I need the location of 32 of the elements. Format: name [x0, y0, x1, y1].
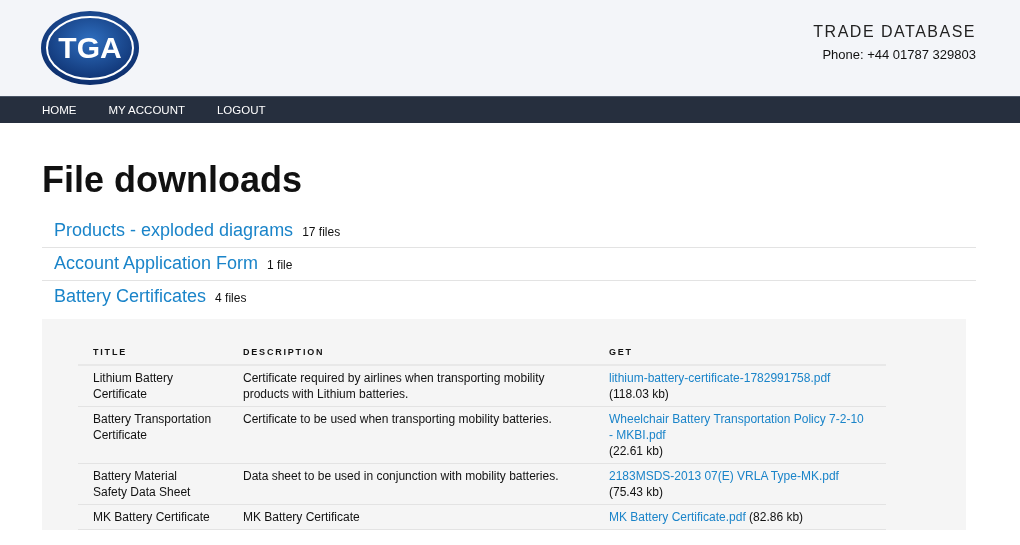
nav-link[interactable]: MY ACCOUNT [108, 104, 185, 116]
file-count: 1 file [267, 258, 293, 272]
nav-link[interactable]: LOGOUT [216, 104, 266, 116]
column-header: TITLE [78, 341, 228, 365]
file-size: (82.86 kb) [749, 510, 804, 524]
file-size: (75.43 kb) [609, 485, 664, 499]
category-link[interactable]: Products - exploded diagrams [54, 220, 294, 241]
table-cell: MK Battery Certificate [78, 504, 228, 530]
file-link[interactable]: MK Battery Certificate.pdf [609, 509, 746, 525]
table-cell: Certificate to be used when transporting mobility batteries. [228, 406, 594, 464]
table-cell: Battery Transportation Certificate [78, 406, 228, 464]
table-cell: Lithium Battery Certificate [78, 365, 228, 407]
column-header: DESCRIPTION [228, 341, 594, 365]
file-size: (118.03 kb) [609, 387, 669, 401]
file-count: 4 files [215, 291, 247, 305]
table-cell: Battery Material Safety Data Sheet [78, 463, 228, 505]
logo: TGA [40, 10, 140, 86]
table-cell: Data sheet to be used in conjunction with mobility batteries. [228, 463, 594, 505]
file-link[interactable]: 2183MSDS-2013 07(E) VRLA Type-MK.pdf [609, 468, 839, 484]
file-link[interactable]: Wheelchair Battery Transportation Policy 7-2-10 - MKBI.pdf [609, 411, 871, 443]
table-cell: Certificate required by airlines when transporting mobility products with Lithium batteries. [228, 365, 594, 407]
category-link[interactable]: Account Application Form [54, 253, 259, 274]
site-title: TRADE DATABASE [813, 23, 976, 41]
category-link[interactable]: Battery Certificates [54, 286, 207, 307]
table-cell: MK Battery Certificate [228, 504, 594, 530]
phone-number: Phone: +44 01787 329803 [822, 47, 976, 62]
nav-link[interactable]: HOME [42, 104, 77, 116]
column-header: GET [594, 341, 886, 365]
file-link[interactable]: lithium-battery-certificate-1782991758.pdf [609, 370, 831, 386]
file-count: 17 files [302, 225, 341, 239]
file-size: (22.61 kb) [609, 444, 664, 458]
page-title: File downloads [42, 159, 303, 201]
